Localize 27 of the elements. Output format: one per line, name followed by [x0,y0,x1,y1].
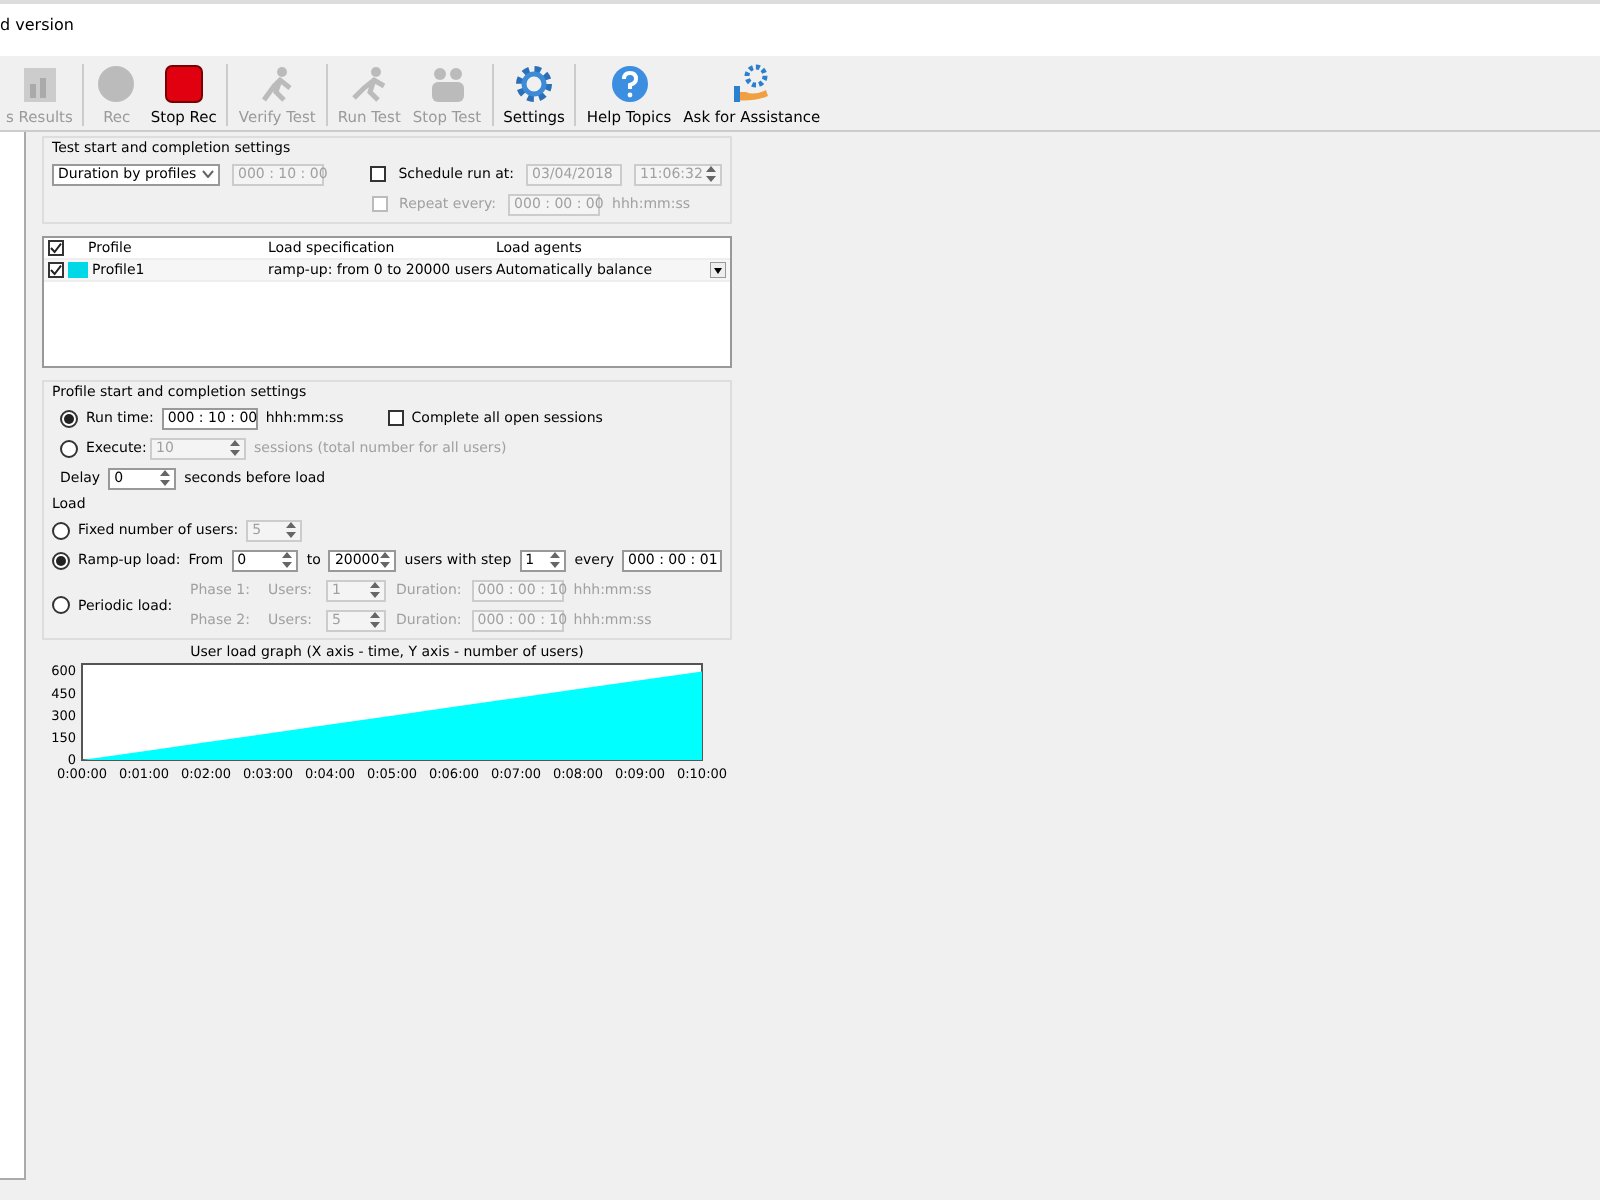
spinner-arrows-icon[interactable] [286,522,297,538]
spinner-arrows-icon[interactable] [282,552,293,568]
chevron-down-icon[interactable] [202,170,214,178]
radio-button[interactable] [60,439,78,457]
circle-icon [94,64,139,104]
radio-button[interactable] [52,596,70,614]
checkbox[interactable] [48,240,64,256]
checkbox[interactable] [48,262,64,278]
radio-button[interactable] [52,521,70,539]
spinner-arrows-icon[interactable] [550,552,561,568]
checkbox[interactable] [371,196,388,212]
spinner-arrows-icon[interactable] [370,612,380,628]
spinner-arrows-icon[interactable] [706,166,716,182]
spinner-arrows-icon[interactable] [230,440,240,456]
hand-gear-icon [729,64,774,104]
dropdown-arrow-icon[interactable] [710,262,726,278]
radio-button[interactable] [52,551,70,569]
spinner-arrows-icon[interactable] [380,552,391,568]
radio-button[interactable] [60,409,78,427]
checkbox[interactable] [370,166,387,182]
spinner-arrows-icon[interactable] [370,582,380,598]
gear-icon [512,64,556,104]
spinner-arrows-icon[interactable] [160,470,171,486]
checkbox[interactable] [387,410,404,426]
window-title: d version [0,16,74,34]
help-icon [607,64,652,104]
square-icon [161,64,206,104]
